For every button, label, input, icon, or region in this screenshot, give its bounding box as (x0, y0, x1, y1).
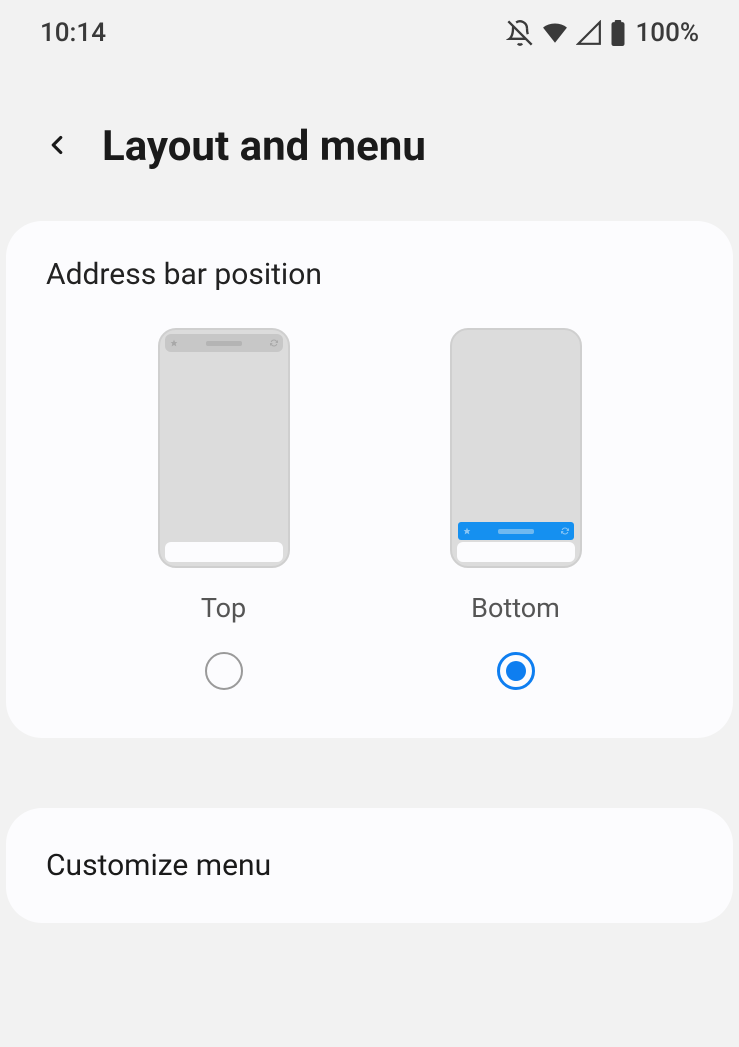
page-title: Layout and menu (102, 122, 426, 171)
customize-menu-item[interactable]: Customize menu (6, 808, 733, 923)
battery-percent: 100% (636, 18, 699, 48)
radio-top[interactable] (205, 652, 243, 690)
customize-menu-label: Customize menu (46, 848, 693, 883)
status-time: 10:14 (40, 18, 106, 48)
option-bottom-label: Bottom (471, 592, 560, 624)
signal-icon (576, 20, 602, 46)
battery-icon (610, 20, 626, 46)
address-bar-options: Top Bottom (46, 328, 693, 690)
option-bottom[interactable]: Bottom (450, 328, 582, 690)
address-bar-section-label: Address bar position (46, 257, 693, 292)
radio-bottom[interactable] (497, 652, 535, 690)
preview-bottom-icon (450, 328, 582, 568)
option-top-label: Top (201, 592, 246, 624)
option-top[interactable]: Top (158, 328, 290, 690)
notification-off-icon (506, 19, 534, 47)
page-header: Layout and menu (0, 62, 739, 221)
preview-top-icon (158, 328, 290, 568)
back-icon[interactable] (42, 125, 72, 169)
address-bar-position-card: Address bar position Top (6, 221, 733, 738)
status-right: 100% (506, 18, 699, 48)
wifi-icon (542, 20, 568, 46)
status-bar: 10:14 100% (0, 0, 739, 62)
